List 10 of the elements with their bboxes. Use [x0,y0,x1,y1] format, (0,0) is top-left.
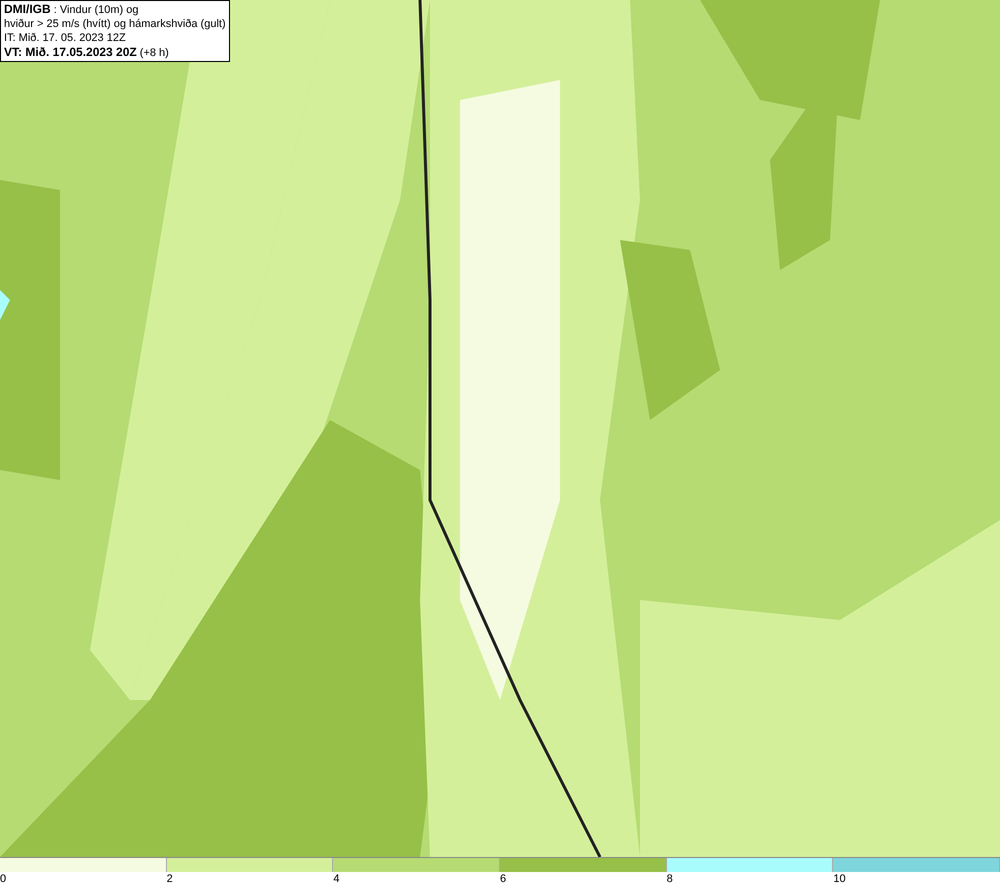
tick-label: 10 [833,872,846,887]
title-line: hviður > 25 m/s (hvítt) og hámarkshviða (gult) [4,17,226,31]
tick-label: 6 [500,872,506,887]
tick-label: 4 [333,872,340,887]
title-line: DMI/IGB : Vindur (10m) og [4,2,140,17]
title-line: VT: Mið. 17.05.2023 20Z (+8 h) [4,45,170,60]
tick-label: 2 [166,872,173,887]
tick-label: 0 [0,872,6,887]
tick-label: 8 [666,872,673,887]
title-line: IT: Mið. 17. 05. 2023 12Z [4,31,127,45]
